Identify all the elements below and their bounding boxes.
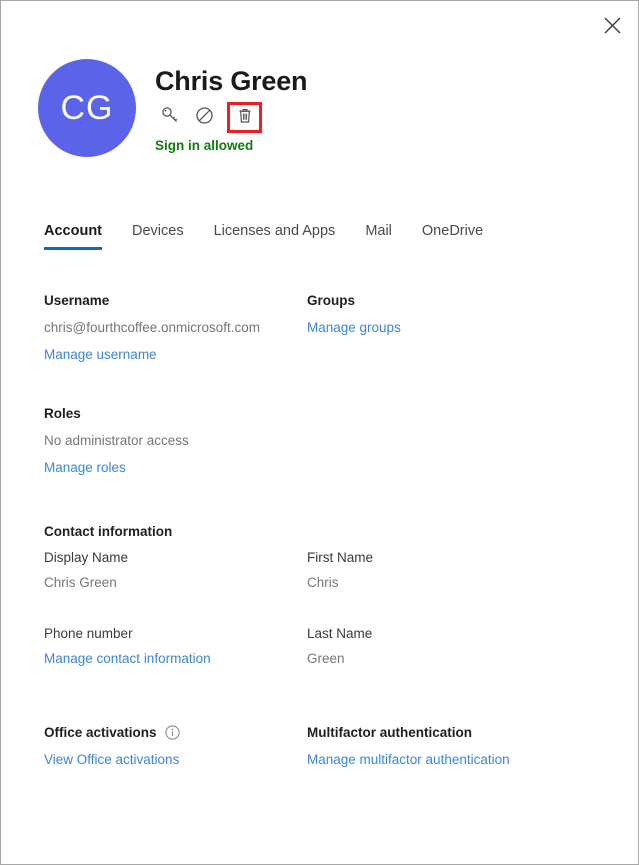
username-title: Username xyxy=(44,293,110,308)
contact-right-spacer xyxy=(307,524,570,539)
tab-devices-label: Devices xyxy=(132,223,184,239)
user-header-details: Chris Green Sign in allowed xyxy=(155,59,308,153)
roles-title: Roles xyxy=(44,406,81,422)
spacer-contact-row xyxy=(44,602,307,626)
spacer-contact xyxy=(44,477,618,524)
display-name-label: Display Name xyxy=(44,550,129,566)
close-button[interactable] xyxy=(592,5,632,45)
section-username-groups: Username chris@fourthcoffee.onmicrosoft.… xyxy=(44,293,618,364)
username-value: chris@fourthcoffee.onmicrosoft.com xyxy=(44,320,261,335)
manage-multifactor-authentication-link[interactable]: Manage multifactor authentication xyxy=(307,752,510,767)
block-icon xyxy=(195,106,214,130)
section-groups: Groups Manage groups xyxy=(307,293,570,364)
groups-title: Groups xyxy=(307,293,356,308)
section-roles: Roles No administrator access Manage rol… xyxy=(44,406,618,477)
spacer-contact-row-right xyxy=(307,602,570,626)
tab-onedrive[interactable]: OneDrive xyxy=(422,223,483,250)
display-name-value: Chris Green xyxy=(44,575,117,591)
tab-onedrive-label: OneDrive xyxy=(421,223,484,239)
first-name-label: First Name xyxy=(307,550,374,566)
section-office-mfa: Office activations View Office activatio… xyxy=(44,725,618,769)
tab-mail[interactable]: Mail xyxy=(365,223,392,250)
office-activations-title: Office activations xyxy=(44,725,307,740)
avatar: CG xyxy=(38,59,136,157)
view-office-activations-link[interactable]: View Office activations xyxy=(44,752,179,767)
info-icon[interactable] xyxy=(164,725,180,740)
tab-bar: Account Devices Licenses and Apps Mail O… xyxy=(44,223,618,250)
close-icon xyxy=(603,16,621,34)
status-badge: Sign in allowed xyxy=(155,137,254,153)
phone-number-label: Phone number xyxy=(44,625,133,641)
block-signin-button[interactable] xyxy=(189,104,219,132)
mfa-title: Multifactor authentication xyxy=(307,724,472,740)
manage-roles-link[interactable]: Manage roles xyxy=(44,460,126,475)
user-header: CG Chris Green Sign in allowed xyxy=(38,59,308,157)
section-username: Username chris@fourthcoffee.onmicrosoft.… xyxy=(44,293,307,364)
last-name-value: Green xyxy=(307,650,345,666)
tab-mail-label: Mail xyxy=(365,223,392,239)
avatar-initials: CG xyxy=(60,88,114,127)
tab-licenses-and-apps-label: Licenses and Apps xyxy=(213,223,336,239)
office-activations-title-text: Office activations xyxy=(44,724,157,740)
manage-groups-link[interactable]: Manage groups xyxy=(307,320,401,335)
manage-username-link[interactable]: Manage username xyxy=(44,347,157,362)
key-icon xyxy=(161,106,180,130)
trash-icon xyxy=(237,107,253,129)
last-name-label: Last Name xyxy=(307,625,373,641)
manage-contact-information-link[interactable]: Manage contact information xyxy=(44,651,211,666)
contact-right-column: First Name Chris Last Name Green xyxy=(307,524,570,676)
first-name-value: Chris xyxy=(307,575,339,591)
tab-licenses-and-apps[interactable]: Licenses and Apps xyxy=(214,223,336,250)
reset-password-button[interactable] xyxy=(155,104,185,132)
tab-account[interactable]: Account xyxy=(44,223,102,250)
section-office-activations: Office activations View Office activatio… xyxy=(44,725,307,769)
delete-user-button[interactable] xyxy=(227,102,262,134)
page-title: Chris Green xyxy=(155,66,308,96)
roles-value: No administrator access xyxy=(44,433,189,449)
user-details-panel: CG Chris Green Sign in allowed Account D… xyxy=(0,0,639,865)
contact-title: Contact information xyxy=(44,524,173,540)
tab-account-label: Account xyxy=(44,223,102,239)
section-contact-information: Contact information Display Name Chris G… xyxy=(44,524,618,676)
account-tab-content: Username chris@fourthcoffee.onmicrosoft.… xyxy=(44,293,618,769)
user-action-toolbar xyxy=(155,102,307,134)
roles-column: Roles No administrator access Manage rol… xyxy=(44,406,307,477)
tab-devices[interactable]: Devices xyxy=(132,223,184,250)
spacer-roles xyxy=(44,364,618,406)
spacer-office xyxy=(44,677,618,725)
contact-left-column: Contact information Display Name Chris G… xyxy=(44,524,307,676)
section-multifactor-authentication: Multifactor authentication Manage multif… xyxy=(307,725,570,769)
